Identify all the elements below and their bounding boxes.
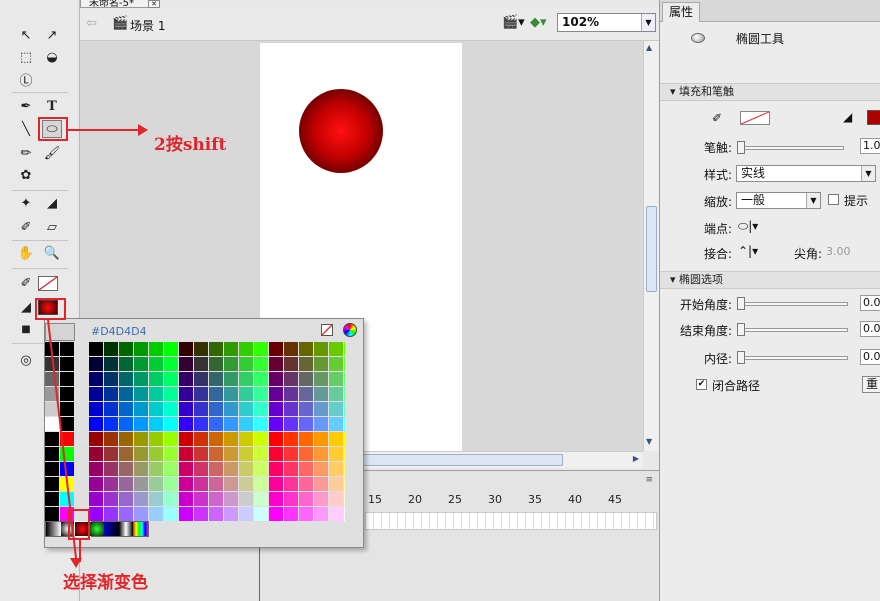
annotation-arrow-line bbox=[47, 319, 77, 559]
annotation-select-gradient: 选择渐变色 bbox=[63, 573, 148, 593]
annotation-arrow-head bbox=[70, 558, 82, 568]
annotation-arrows bbox=[47, 319, 82, 568]
